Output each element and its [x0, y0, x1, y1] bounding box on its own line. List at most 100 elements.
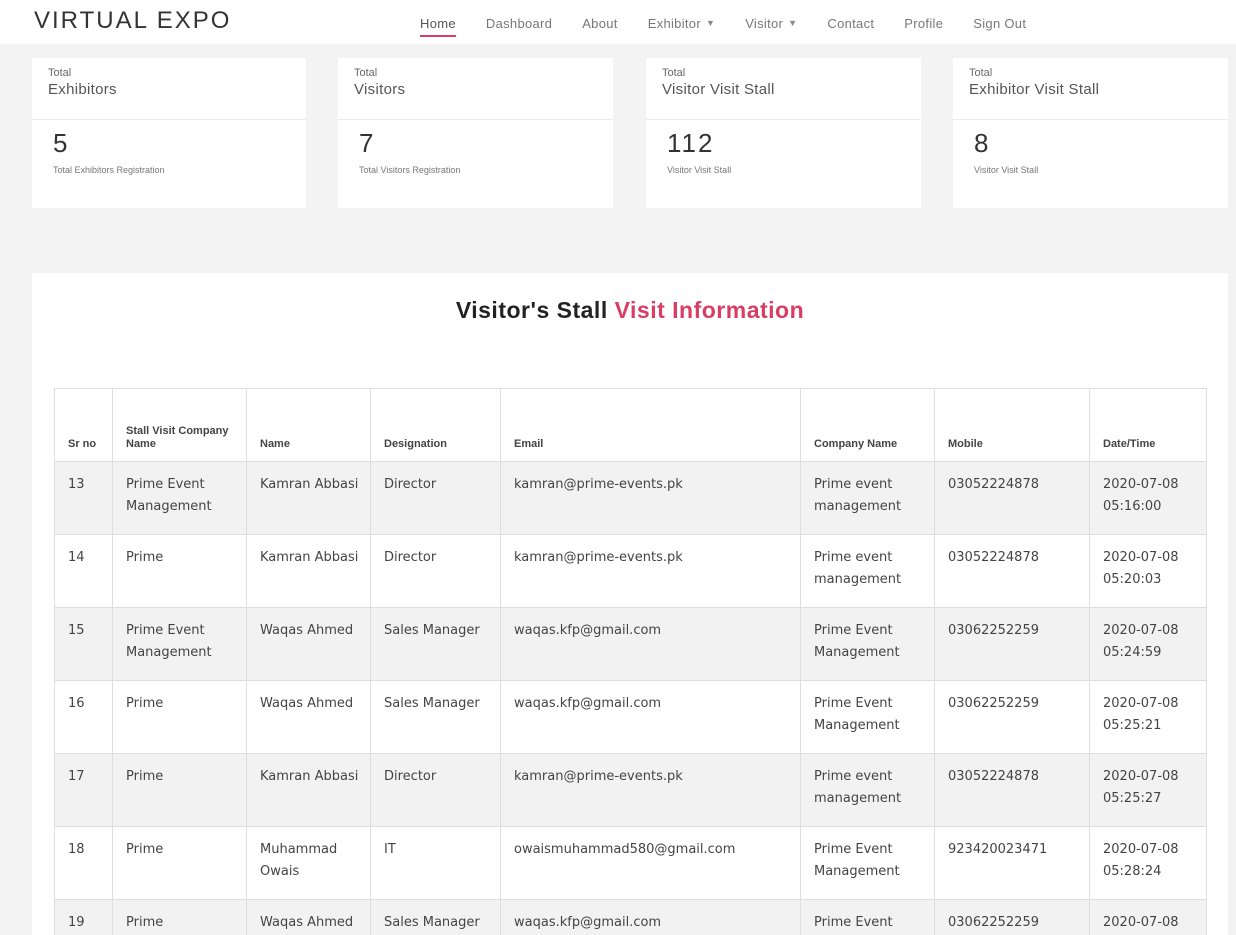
cell-email: kamran@prime-events.pk [500, 461, 801, 535]
table-row: 19 Prime Waqas Ahmed Sales Manager waqas… [54, 899, 1207, 935]
page-title-accent: Visit Information [614, 297, 805, 323]
nav-visitor-label: Visitor [745, 15, 784, 31]
cell-sr-no: 15 [54, 607, 113, 681]
cell-designation: Sales Manager [370, 680, 501, 754]
stat-card-header: Total Visitors [338, 58, 613, 120]
column-header-date-time[interactable]: Date/Time [1089, 388, 1207, 462]
nav-exhibitor-dropdown[interactable]: Exhibitor ▼ [648, 16, 716, 31]
nav-contact[interactable]: Contact [827, 16, 874, 31]
nav-exhibitor-label: Exhibitor [647, 15, 701, 31]
column-header-mobile[interactable]: Mobile [934, 388, 1090, 462]
stat-card-header: Total Visitor Visit Stall [646, 58, 921, 120]
stat-card-visitors: Total Visitors 7 Total Visitors Registra… [338, 58, 613, 208]
column-header-company-name[interactable]: Company Name [800, 388, 935, 462]
cell-date-time: 2020-07-08 05:16:00 [1089, 461, 1207, 535]
cell-date-time: 2020-07-08 05:24:59 [1089, 607, 1207, 681]
cell-company-name: Prime event management [800, 753, 935, 827]
cell-company-name: Prime Event Management [800, 826, 935, 900]
cell-email: kamran@prime-events.pk [500, 534, 801, 608]
cell-email: waqas.kfp@gmail.com [500, 899, 801, 935]
stat-card-title: Exhibitors [48, 81, 117, 98]
table-row: 17 Prime Kamran Abbasi Director kamran@p… [54, 753, 1207, 827]
cell-sr-no: 18 [54, 826, 113, 900]
column-header-designation[interactable]: Designation [370, 388, 501, 462]
cell-mobile: 03062252259 [934, 607, 1090, 681]
cell-email: owaismuhammad580@gmail.com [500, 826, 801, 900]
visit-info-table: Sr no Stall Visit Company Name Name Desi… [54, 388, 1207, 935]
stat-card-title: Exhibitor Visit Stall [969, 81, 1100, 98]
cell-name: Kamran Abbasi [246, 461, 371, 535]
cell-email: kamran@prime-events.pk [500, 753, 801, 827]
cell-company-name: Prime Event Management [800, 680, 935, 754]
cell-designation: Sales Manager [370, 899, 501, 935]
cell-sr-no: 19 [54, 899, 113, 935]
cell-company-name: Prime Event Management [800, 607, 935, 681]
cell-stall-company: Prime [112, 826, 247, 900]
table-row: 16 Prime Waqas Ahmed Sales Manager waqas… [54, 680, 1207, 754]
nav-dashboard[interactable]: Dashboard [486, 16, 552, 31]
stat-card-value: 8 [974, 128, 991, 158]
nav-sign-out[interactable]: Sign Out [973, 16, 1026, 31]
cell-stall-company: Prime Event Management [112, 607, 247, 681]
cell-name: Waqas Ahmed [246, 899, 371, 935]
cell-mobile: 923420023471 [934, 826, 1090, 900]
column-header-stall-company[interactable]: Stall Visit Company Name [112, 388, 247, 462]
nav-dashboard-label: Dashboard [485, 15, 553, 31]
stat-card-top: Total [662, 67, 686, 79]
cell-designation: IT [370, 826, 501, 900]
cell-designation: Director [370, 534, 501, 608]
column-header-email[interactable]: Email [500, 388, 801, 462]
main-nav: Home Dashboard About Exhibitor ▼ Visitor ▼… [420, 13, 1026, 37]
stat-card-top: Total [969, 67, 993, 79]
cell-sr-no: 14 [54, 534, 113, 608]
stat-card-value: 112 [667, 128, 715, 158]
chevron-down-icon: ▼ [788, 18, 798, 28]
brand-logo[interactable]: VIRTUAL EXPO [34, 7, 231, 35]
nav-profile-label: Profile [904, 15, 944, 31]
nav-home-label: Home [420, 15, 456, 31]
cell-sr-no: 16 [54, 680, 113, 754]
cell-stall-company: Prime Event Management [112, 461, 247, 535]
stat-card-subtitle: Visitor Visit Stall [974, 165, 1039, 175]
column-header-sr-no[interactable]: Sr no [54, 388, 113, 462]
cell-date-time: 2020-07-08 05:20:03 [1089, 534, 1207, 608]
cell-designation: Director [370, 753, 501, 827]
column-header-name[interactable]: Name [246, 388, 371, 462]
stat-card-exhibitor-visit-stall: Total Exhibitor Visit Stall 8 Visitor Vi… [953, 58, 1228, 208]
cell-email: waqas.kfp@gmail.com [500, 607, 801, 681]
nav-profile[interactable]: Profile [904, 16, 943, 31]
cell-sr-no: 17 [54, 753, 113, 827]
nav-visitor-dropdown[interactable]: Visitor ▼ [745, 16, 797, 31]
cell-stall-company: Prime [112, 753, 247, 827]
cell-mobile: 03052224878 [934, 753, 1090, 827]
stat-card-top: Total [48, 67, 72, 79]
stat-card-subtitle: Total Visitors Registration [359, 165, 461, 175]
cell-sr-no: 13 [54, 461, 113, 535]
cell-date-time: 2020-07-08 05:25:21 [1089, 680, 1207, 754]
cell-name: Kamran Abbasi [246, 534, 371, 608]
cell-email: waqas.kfp@gmail.com [500, 680, 801, 754]
cell-mobile: 03052224878 [934, 534, 1090, 608]
cell-date-time: 2020-07-08 05:25:27 [1089, 753, 1207, 827]
nav-home[interactable]: Home [420, 15, 456, 37]
cell-mobile: 03052224878 [934, 461, 1090, 535]
stat-card-exhibitors: Total Exhibitors 5 Total Exhibitors Regi… [32, 58, 306, 208]
top-navbar: VIRTUAL EXPO Home Dashboard About Exhibi… [0, 0, 1236, 44]
cell-company-name: Prime event management [800, 461, 935, 535]
table-row: 13 Prime Event Management Kamran Abbasi … [54, 461, 1207, 535]
cell-company-name: Prime Event Management [800, 899, 935, 935]
table-header-row: Sr no Stall Visit Company Name Name Desi… [54, 388, 1207, 462]
cell-name: Waqas Ahmed [246, 607, 371, 681]
cell-name: Kamran Abbasi [246, 753, 371, 827]
table-row: 15 Prime Event Management Waqas Ahmed Sa… [54, 607, 1207, 681]
nav-sign-out-label: Sign Out [973, 15, 1027, 31]
nav-about[interactable]: About [582, 16, 617, 31]
stat-card-title: Visitors [354, 81, 406, 98]
cell-mobile: 03062252259 [934, 899, 1090, 935]
cell-designation: Director [370, 461, 501, 535]
nav-about-label: About [582, 15, 618, 31]
visit-info-panel: Visitor's Stall Visit Information Sr no … [32, 273, 1228, 935]
cell-date-time: 2020-07-08 05:28:24 [1089, 826, 1207, 900]
cell-mobile: 03062252259 [934, 680, 1090, 754]
stat-card-value: 7 [359, 128, 376, 158]
